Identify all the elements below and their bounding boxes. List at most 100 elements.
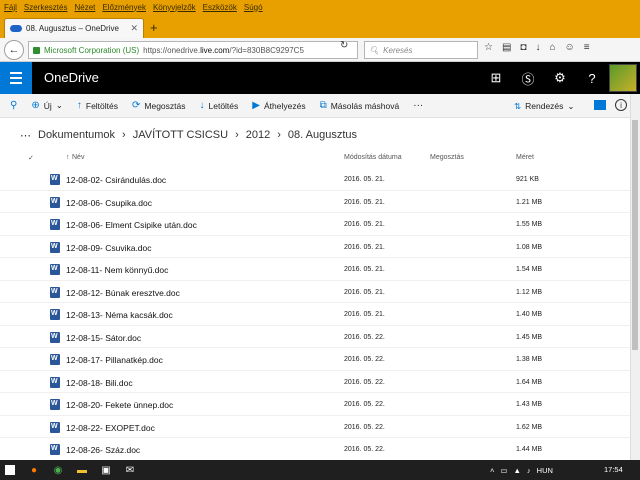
search-button[interactable]: ⚲ xyxy=(10,100,17,111)
file-name[interactable]: 12-08-20- Fekete ünnep.doc xyxy=(66,400,173,410)
menu-view[interactable]: Nézet xyxy=(74,3,95,12)
breadcrumb-item[interactable]: JAVÍTOTT CSICSU xyxy=(133,129,228,141)
menu-file[interactable]: Fájl xyxy=(4,3,17,12)
reading-list-icon[interactable]: ▤ xyxy=(502,42,511,53)
file-modified-date: 2016. 05. 21. xyxy=(344,288,385,296)
copy-icon: ⧉ xyxy=(319,100,327,111)
file-name[interactable]: 12-08-17- Pillanatkép.doc xyxy=(66,355,163,365)
language-indicator[interactable]: HUN xyxy=(537,466,553,475)
network-icon[interactable]: ▲ xyxy=(513,466,520,475)
view-switcher-icon[interactable] xyxy=(594,100,606,110)
app-brand[interactable]: OneDrive xyxy=(44,70,99,85)
settings-gear-icon[interactable]: ⚙ xyxy=(544,62,576,94)
chrome-icon[interactable]: ◉ xyxy=(50,462,66,478)
column-size[interactable]: Méret xyxy=(516,154,534,161)
chevron-down-icon: ⌄ xyxy=(567,100,575,111)
word-document-icon xyxy=(50,421,60,433)
menu-bookmarks[interactable]: Könyvjelzők xyxy=(153,3,196,12)
bookmark-star-icon[interactable]: ☆ xyxy=(484,42,493,53)
file-name[interactable]: 12-08-09- Csuvika.doc xyxy=(66,243,152,253)
tab-title: 08. Augusztus – OneDrive xyxy=(26,24,119,33)
breadcrumb-item[interactable]: 2012 xyxy=(246,129,270,141)
file-name[interactable]: 12-08-15- Sátor.doc xyxy=(66,333,141,343)
word-document-icon xyxy=(50,309,60,320)
search-input[interactable]: 🔍︎ Keresés xyxy=(364,41,478,59)
copy-button[interactable]: ⧉ Másolás máshová xyxy=(320,100,400,111)
more-button[interactable]: ··· xyxy=(413,100,423,111)
help-icon[interactable]: ? xyxy=(576,62,608,94)
user-avatar[interactable] xyxy=(609,64,637,92)
file-row[interactable]: 12-08-15- Sátor.doc 2016. 05. 22. 1.45 MB xyxy=(0,326,630,348)
url-bar[interactable]: Microsoft Corporation (US) https://onedr… xyxy=(28,41,358,59)
file-row[interactable]: 12-08-12- Búnak eresztve.doc 2016. 05. 21… xyxy=(0,281,630,303)
skype-icon[interactable]: Ⓢ xyxy=(512,62,544,94)
file-row[interactable]: 12-08-26- Száz.doc 2016. 05. 22. 1.44 MB xyxy=(0,438,630,461)
file-name[interactable]: 12-08-13- Néma kacsák.doc xyxy=(66,310,173,320)
breadcrumb-item[interactable]: Dokumentumok xyxy=(38,129,115,141)
file-size: 1.62 MB xyxy=(516,423,543,431)
hamburger-menu-icon[interactable]: ≡ xyxy=(584,42,590,53)
volume-icon[interactable]: ♪ xyxy=(527,466,531,475)
file-row[interactable]: 12-08-06- Csupika.doc 2016. 05. 21. 1.21 M… xyxy=(0,191,630,213)
file-name[interactable]: 12-08-26- Száz.doc xyxy=(66,445,140,455)
new-tab-button[interactable]: + xyxy=(150,20,158,35)
column-modified[interactable]: Módosítás dátuma xyxy=(344,154,402,161)
pocket-icon[interactable]: ◘ xyxy=(520,42,526,53)
home-icon[interactable]: ⌂ xyxy=(549,42,555,53)
navigation-bar: ← Microsoft Corporation (US) https://one… xyxy=(0,38,640,62)
file-name[interactable]: 12-08-11- Nem könnyű.doc xyxy=(66,265,168,275)
file-row[interactable]: 12-08-13- Néma kacsák.doc 2016. 05. 21. 1.… xyxy=(0,303,630,326)
download-icon[interactable]: ↓ xyxy=(535,42,540,53)
file-row[interactable]: 12-08-02- Csirándulás.doc 2016. 05. 21. 92… xyxy=(0,168,630,191)
file-name[interactable]: 12-08-12- Búnak eresztve.doc xyxy=(66,288,180,298)
upload-button[interactable]: ↑ Feltöltés xyxy=(77,100,118,111)
file-name[interactable]: 12-08-06- Elment Csipike után.doc xyxy=(66,220,197,230)
browser-menubar: Fájl Szerkesztés Nézet Előzmények Könyvj… xyxy=(0,0,640,14)
mail-icon[interactable]: ✉ xyxy=(122,462,138,478)
menu-help[interactable]: Súgó xyxy=(244,3,263,12)
back-button[interactable]: ← xyxy=(4,40,24,60)
battery-icon[interactable]: ▭ xyxy=(500,466,507,475)
file-row[interactable]: 12-08-20- Fekete ünnep.doc 2016. 05. 22. 1… xyxy=(0,393,630,416)
file-size: 1.45 MB xyxy=(516,333,543,341)
reload-icon[interactable]: ↻ xyxy=(340,40,348,51)
file-name[interactable]: 12-08-22- EXOPET.doc xyxy=(66,423,155,433)
download-button[interactable]: ↓ Letöltés xyxy=(200,100,239,111)
file-row[interactable]: 12-08-06- Elment Csipike után.doc 2016. 0… xyxy=(0,213,630,236)
select-all-checkmark-icon[interactable]: ✓ xyxy=(28,154,34,162)
sort-label: Rendezés xyxy=(525,101,564,111)
file-row[interactable]: 12-08-22- EXOPET.doc 2016. 05. 22. 1.62 MB xyxy=(0,416,630,438)
tray-chevron-icon[interactable]: ˄ xyxy=(490,466,494,475)
scrollbar-thumb[interactable] xyxy=(632,120,638,350)
menu-tools[interactable]: Eszközök xyxy=(203,3,237,12)
file-row[interactable]: 12-08-17- Pillanatkép.doc 2016. 05. 22. 1.… xyxy=(0,348,630,371)
file-row[interactable]: 12-08-18- Bili.doc 2016. 05. 22. 1.64 MB xyxy=(0,371,630,393)
word-document-icon xyxy=(50,219,60,230)
chat-icon[interactable]: ☺ xyxy=(565,42,575,53)
app-menu-button[interactable] xyxy=(0,62,32,94)
store-icon[interactable]: ▣ xyxy=(98,462,114,478)
file-explorer-icon[interactable]: ▬ xyxy=(74,462,90,478)
file-name[interactable]: 12-08-06- Csupika.doc xyxy=(66,198,152,208)
file-row[interactable]: 12-08-11- Nem könnyű.doc 2016. 05. 21. 1.5… xyxy=(0,258,630,281)
close-tab-icon[interactable]: ✕ xyxy=(130,23,138,34)
move-button[interactable]: ▶ Áthelyezés xyxy=(252,100,305,111)
app-launcher-icon[interactable]: ⊞ xyxy=(480,62,512,94)
start-button[interactable] xyxy=(0,460,20,480)
browser-tab[interactable]: 08. Augusztus – OneDrive ✕ xyxy=(4,18,144,38)
clock[interactable]: 17:54 xyxy=(604,465,623,474)
menu-history[interactable]: Előzmények xyxy=(102,3,146,12)
share-button[interactable]: ⟳ Megosztás xyxy=(132,100,186,111)
sort-button[interactable]: ⇅ Rendezés ⌄ xyxy=(514,94,575,118)
file-row[interactable]: 12-08-09- Csuvika.doc 2016. 05. 21. 1.08 M… xyxy=(0,236,630,258)
file-name[interactable]: 12-08-02- Csirándulás.doc xyxy=(66,175,166,185)
column-sharing[interactable]: Megosztás xyxy=(430,154,464,161)
firefox-icon[interactable]: ● xyxy=(26,462,42,478)
word-document-icon xyxy=(50,376,60,388)
breadcrumb-overflow-icon[interactable]: ⋯ xyxy=(20,129,31,142)
info-icon[interactable]: i xyxy=(615,99,627,111)
column-name[interactable]: Név xyxy=(72,154,84,161)
new-button[interactable]: ⊕ Új ⌄ xyxy=(31,100,63,111)
file-name[interactable]: 12-08-18- Bili.doc xyxy=(66,378,133,388)
menu-edit[interactable]: Szerkesztés xyxy=(24,3,68,12)
